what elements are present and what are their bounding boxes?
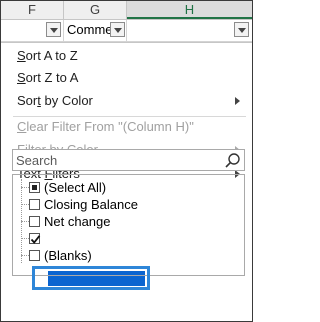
cell-g-text: Comme bbox=[67, 22, 113, 37]
filter-dropdown-button-h[interactable] bbox=[234, 22, 249, 37]
menu-clear-filter[interactable]: Clear Filter From "(Column H)" bbox=[17, 117, 244, 137]
tree-connector bbox=[21, 255, 29, 256]
header-cells-row: Comme bbox=[1, 20, 252, 42]
menu-clear-filter-accel: C bbox=[17, 119, 27, 134]
column-header-row: F G H bbox=[1, 1, 252, 20]
menu-sort-by-color-label: by Color bbox=[40, 93, 93, 108]
list-item-label: Opening Balance bbox=[44, 231, 144, 246]
column-header-h-label: H bbox=[184, 2, 195, 17]
tree-connector bbox=[21, 221, 29, 222]
cell-g-header[interactable]: Comme bbox=[64, 20, 127, 41]
autofilter-dropdown-window: F G H Comme Sort A to Z Sort Z to A Sort… bbox=[0, 0, 253, 322]
column-header-f[interactable]: F bbox=[1, 1, 64, 19]
menu-sort-a-to-z-accel: S bbox=[17, 48, 26, 63]
list-item-label: Closing Balance bbox=[44, 197, 138, 212]
tree-connector bbox=[21, 204, 29, 205]
menu-sort-z-to-a-accel: S bbox=[17, 70, 26, 85]
menu-sort-z-to-a[interactable]: Sort Z to A bbox=[17, 68, 244, 88]
checkbox-closing-balance[interactable] bbox=[29, 199, 40, 210]
menu-clear-filter-label: lear Filter From "(Column H)" bbox=[26, 119, 194, 134]
tree-connector bbox=[21, 187, 29, 188]
column-header-g-label: G bbox=[89, 2, 101, 17]
cell-f-header[interactable] bbox=[1, 20, 64, 41]
search-icon[interactable] bbox=[224, 152, 241, 169]
menu-sort-a-to-z-label: ort A to Z bbox=[25, 48, 78, 63]
list-item-label: Net change bbox=[44, 214, 111, 229]
filter-dropdown-button-f[interactable] bbox=[46, 22, 61, 37]
menu-sort-a-to-z[interactable]: Sort A to Z bbox=[17, 46, 244, 66]
checkbox-net-change[interactable] bbox=[29, 216, 40, 227]
column-header-g[interactable]: G bbox=[64, 1, 127, 19]
search-input[interactable] bbox=[16, 152, 216, 168]
column-header-h[interactable]: H bbox=[127, 1, 252, 19]
menu-sort-by-color[interactable]: Sort by Color bbox=[17, 91, 244, 111]
chevron-down-icon bbox=[238, 28, 246, 33]
menu-sort-z-to-a-label: ort Z to A bbox=[25, 70, 79, 85]
cell-h-header[interactable] bbox=[127, 20, 252, 41]
submenu-arrow-icon bbox=[235, 97, 240, 105]
chevron-down-icon bbox=[50, 28, 58, 33]
checkbox-blanks[interactable] bbox=[29, 250, 40, 261]
chevron-down-icon bbox=[114, 28, 122, 33]
tree-connector bbox=[21, 238, 29, 239]
value-list[interactable]: (Select All) Closing Balance Net change … bbox=[12, 174, 245, 276]
checkbox-select-all[interactable] bbox=[29, 182, 40, 193]
column-header-f-label: F bbox=[28, 2, 36, 17]
checkmark-icon bbox=[30, 235, 41, 244]
checkbox-opening-balance[interactable] bbox=[29, 233, 41, 244]
list-item-label: (Select All) bbox=[44, 180, 107, 195]
callout-highlight-box bbox=[32, 266, 150, 290]
list-item-label: (Blanks) bbox=[44, 248, 92, 263]
filter-dropdown-button-g[interactable] bbox=[110, 22, 125, 37]
menu-sort-by-color-prefix: Sor bbox=[17, 93, 38, 108]
search-box[interactable] bbox=[12, 149, 245, 171]
